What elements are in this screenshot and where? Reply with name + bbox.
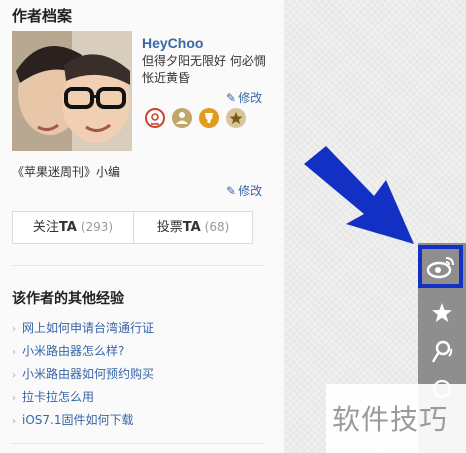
section-divider xyxy=(12,443,264,444)
trophy-badge-icon[interactable] xyxy=(199,108,219,128)
other-experiences-heading: 该作者的其他经验 xyxy=(12,291,124,307)
follow-label: 关注 xyxy=(32,220,59,235)
favorite-button[interactable] xyxy=(418,293,466,333)
watermark-text: 软件技巧 xyxy=(332,403,449,436)
experience-item[interactable]: › 小米路由器怎么样? xyxy=(12,340,154,363)
author-title: 《苹果迷周刊》小编 xyxy=(12,165,121,179)
star-badge-icon[interactable] xyxy=(226,108,246,128)
vote-count: (68) xyxy=(204,220,230,234)
experience-item[interactable]: › 网上如何申请台湾通行证 xyxy=(12,317,154,340)
author-action-bar: 关注TA (293) 投票TA (68) xyxy=(12,211,253,244)
experience-item-label: 拉卡拉怎么用 xyxy=(22,390,95,404)
chevron-right-icon: › xyxy=(12,347,16,358)
seal-badge-icon[interactable] xyxy=(145,108,165,128)
experience-item[interactable]: › 小米路由器如何预约购买 xyxy=(12,363,154,386)
chevron-right-icon: › xyxy=(12,324,16,335)
favorite-star-icon xyxy=(432,303,452,322)
pencil-icon: ✎ xyxy=(226,184,237,198)
vote-suffix: TA xyxy=(182,220,201,235)
tencent-weibo-icon xyxy=(431,340,453,363)
vote-label: 投票 xyxy=(156,220,183,235)
person-badge-icon[interactable] xyxy=(172,108,192,128)
weibo-share-button[interactable] xyxy=(418,245,463,288)
edit-motto-link[interactable]: ✎ 修改 xyxy=(226,89,262,106)
follow-suffix: TA xyxy=(58,220,77,235)
experience-item-label: iOS7.1固件如何下载 xyxy=(22,413,134,427)
chevron-right-icon: › xyxy=(12,416,16,427)
other-experiences-list: › 网上如何申请台湾通行证 › 小米路由器怎么样? › 小米路由器如何预约购买 › 拉卡… xyxy=(12,317,154,432)
vote-button[interactable]: 投票TA (68) xyxy=(134,212,252,243)
author-motto: 但得夕阳无限好 何必惆怅近黄昏 xyxy=(142,54,266,85)
experience-item-label: 小米路由器怎么样? xyxy=(22,344,125,358)
weibo-icon xyxy=(426,256,454,278)
experience-item[interactable]: › iOS7.1固件如何下载 xyxy=(12,409,154,432)
author-panel: 作者档案 HeyChoo 但得夕阳无限好 何必惆怅近黄昏 ✎ 修改 《苹果迷周刊… xyxy=(0,0,284,453)
follow-button[interactable]: 关注TA (293) xyxy=(13,212,133,243)
section-divider xyxy=(12,265,264,266)
author-avatar[interactable] xyxy=(12,31,132,151)
experience-item-label: 小米路由器如何预约购买 xyxy=(22,367,155,381)
experience-item-label: 网上如何申请台湾通行证 xyxy=(22,321,155,335)
watermark: 软件技巧 xyxy=(326,384,466,453)
follow-count: (293) xyxy=(80,220,114,234)
pointer-arrow-annotation xyxy=(304,146,414,244)
pencil-icon: ✎ xyxy=(226,91,237,105)
edit-motto-label: 修改 xyxy=(238,91,263,105)
tencent-weibo-button[interactable] xyxy=(418,331,466,371)
edit-title-label: 修改 xyxy=(238,184,263,198)
author-profile-heading: 作者档案 xyxy=(12,7,73,25)
edit-title-link[interactable]: ✎ 修改 xyxy=(226,182,262,199)
chevron-right-icon: › xyxy=(12,393,16,404)
author-name-link[interactable]: HeyChoo xyxy=(142,35,203,51)
experience-item[interactable]: › 拉卡拉怎么用 xyxy=(12,386,154,409)
chevron-right-icon: › xyxy=(12,370,16,381)
